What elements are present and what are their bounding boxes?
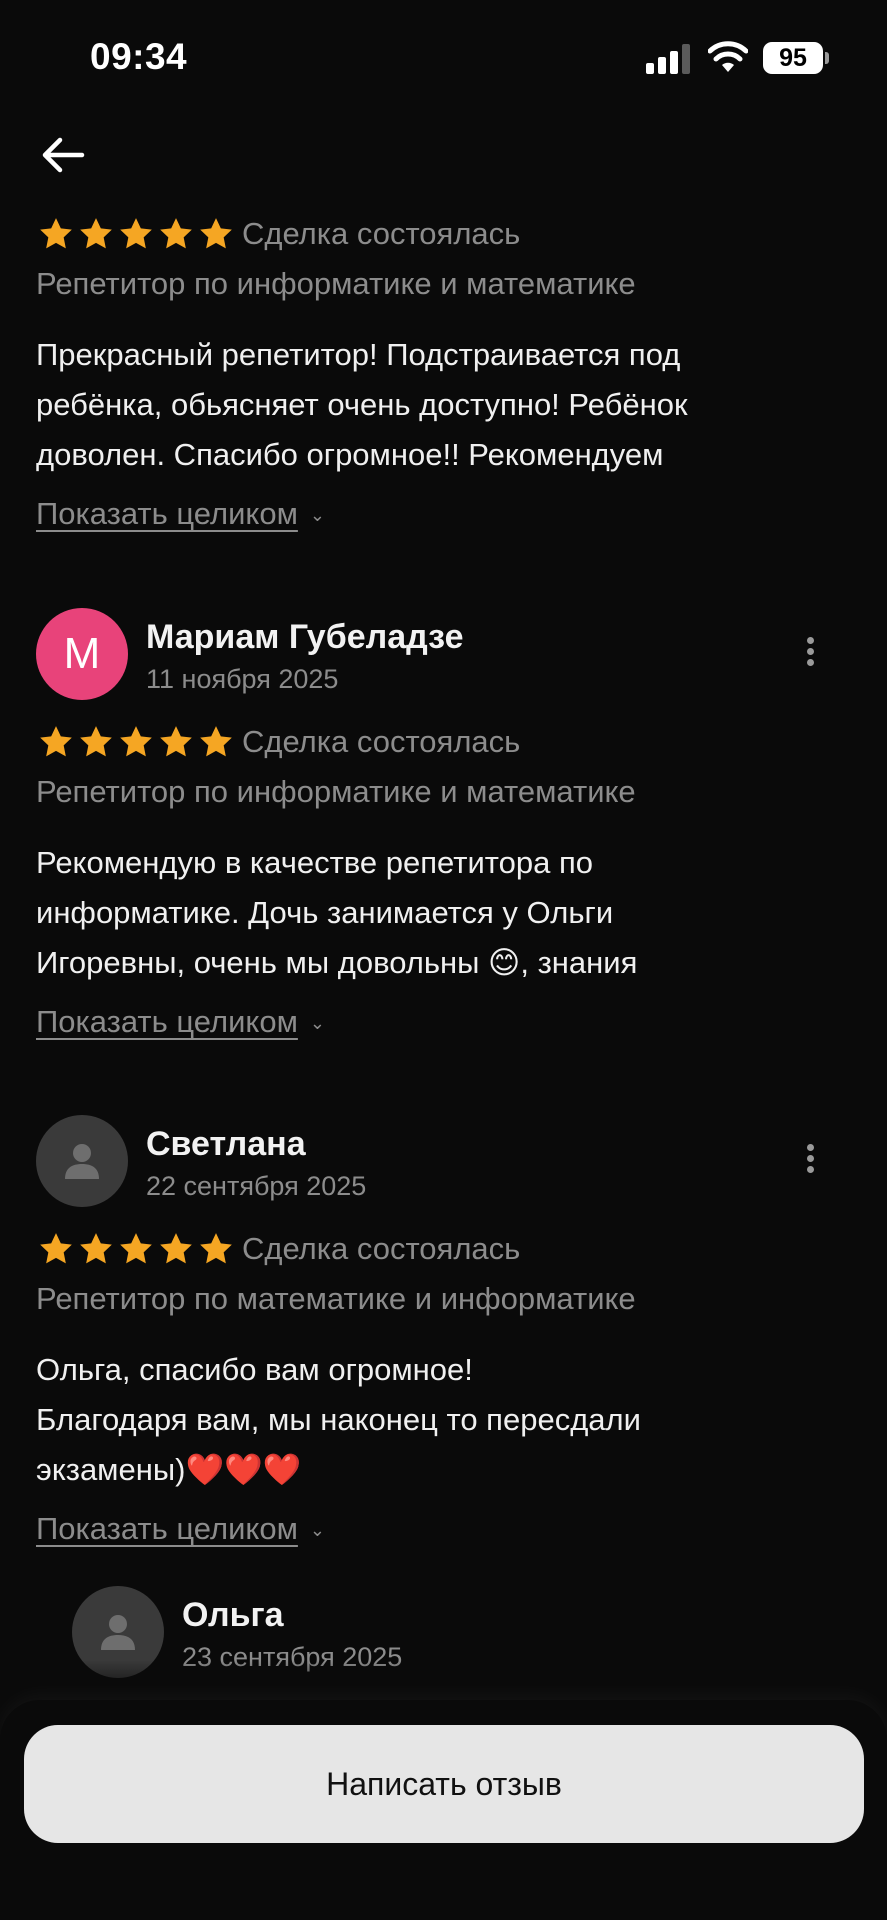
deal-status: Сделка состоялась [242, 216, 521, 251]
avatar: М [36, 608, 128, 700]
review-text-line: Ольга, спасибо вам огромное! [36, 1352, 473, 1387]
review-author: М Мариам Губеладзе 11 ноября 2025 [0, 608, 887, 700]
star-icon [160, 726, 192, 757]
review-card: М Мариам Губеладзе 11 ноября 2025 Сделка… [0, 608, 887, 1048]
review-date: 22 сентября 2025 [146, 1171, 367, 1201]
review-card: Сделка состоялась Репетитор по информати… [0, 0, 887, 560]
show-more-link[interactable]: Показать целиком ⌄ [36, 1004, 325, 1040]
star-icon [120, 726, 152, 757]
review-card: Светлана 22 сентября 2025 Сделка состоял… [0, 1115, 887, 1555]
review-text-line: Игоревны, очень мы довольны 😊, знания [36, 945, 638, 980]
star-icon [200, 218, 232, 249]
review-text: Прекрасный репетитор! Подстраивается под… [36, 330, 846, 480]
show-more-link[interactable]: Показать целиком ⌄ [36, 496, 325, 532]
review-date: 11 ноября 2025 [146, 664, 339, 694]
review-text-line: доволен. Спасибо огромное!! Рекомендуем [36, 437, 664, 472]
review-author: Светлана 22 сентября 2025 [0, 1115, 887, 1207]
review-text-line: ребёнка, обьясняет очень доступно! Ребён… [36, 387, 688, 422]
user-placeholder-icon [65, 1144, 99, 1179]
star-icon [80, 726, 112, 757]
chevron-down-icon: ⌄ [309, 1013, 325, 1034]
reply-author-name: Ольга [182, 1596, 284, 1634]
review-text: Рекомендую в качестве репетитора по инфо… [36, 838, 846, 988]
rating-row: Сделка состоялась [36, 1229, 836, 1269]
service-name: Репетитор по информатике и математике [36, 774, 636, 809]
show-more-label: Показать целиком [36, 1004, 298, 1039]
star-icon [40, 1233, 72, 1264]
star-icon [80, 218, 112, 249]
show-more-label: Показать целиком [36, 1511, 298, 1546]
star-rating [36, 722, 236, 762]
star-rating [36, 1229, 236, 1269]
author-name: Мариам Губеладзе [146, 618, 464, 656]
review-text: Ольга, спасибо вам огромное! Благодаря в… [36, 1345, 846, 1495]
deal-status: Сделка состоялась [242, 1231, 521, 1266]
user-placeholder-icon [101, 1615, 135, 1650]
chevron-down-icon: ⌄ [309, 1520, 325, 1541]
show-more-link[interactable]: Показать целиком ⌄ [36, 1511, 325, 1547]
star-rating [36, 214, 236, 254]
avatar [36, 1115, 128, 1207]
star-icon [120, 218, 152, 249]
star-icon [160, 1233, 192, 1264]
rating-row: Сделка состоялась [36, 722, 836, 762]
star-icon [200, 1233, 232, 1264]
author-name: Светлана [146, 1125, 306, 1163]
deal-status: Сделка состоялась [242, 724, 521, 759]
service-name: Репетитор по математике и информатике [36, 1281, 636, 1316]
more-options-icon[interactable] [790, 634, 830, 674]
write-review-button[interactable]: Написать отзыв [24, 1725, 864, 1843]
star-icon [40, 218, 72, 249]
more-options-icon[interactable] [790, 1141, 830, 1181]
review-text-line: информатике. Дочь занимается у Ольги [36, 895, 614, 930]
review-text-line: Благодаря вам, мы наконец то пересдали [36, 1402, 641, 1437]
service-name: Репетитор по информатике и математике [36, 266, 636, 301]
review-text-line: экзамены)❤️❤️❤️ [36, 1452, 302, 1487]
star-icon [200, 726, 232, 757]
star-icon [160, 218, 192, 249]
review-text-line: Рекомендую в качестве репетитора по [36, 845, 593, 880]
rating-row: Сделка состоялась [36, 214, 836, 254]
bottom-fade [0, 1660, 887, 1700]
review-text-line: Прекрасный репетитор! Подстраивается под [36, 337, 681, 372]
chevron-down-icon: ⌄ [309, 505, 325, 526]
show-more-label: Показать целиком [36, 496, 298, 531]
star-icon [120, 1233, 152, 1264]
star-icon [40, 726, 72, 757]
star-icon [80, 1233, 112, 1264]
